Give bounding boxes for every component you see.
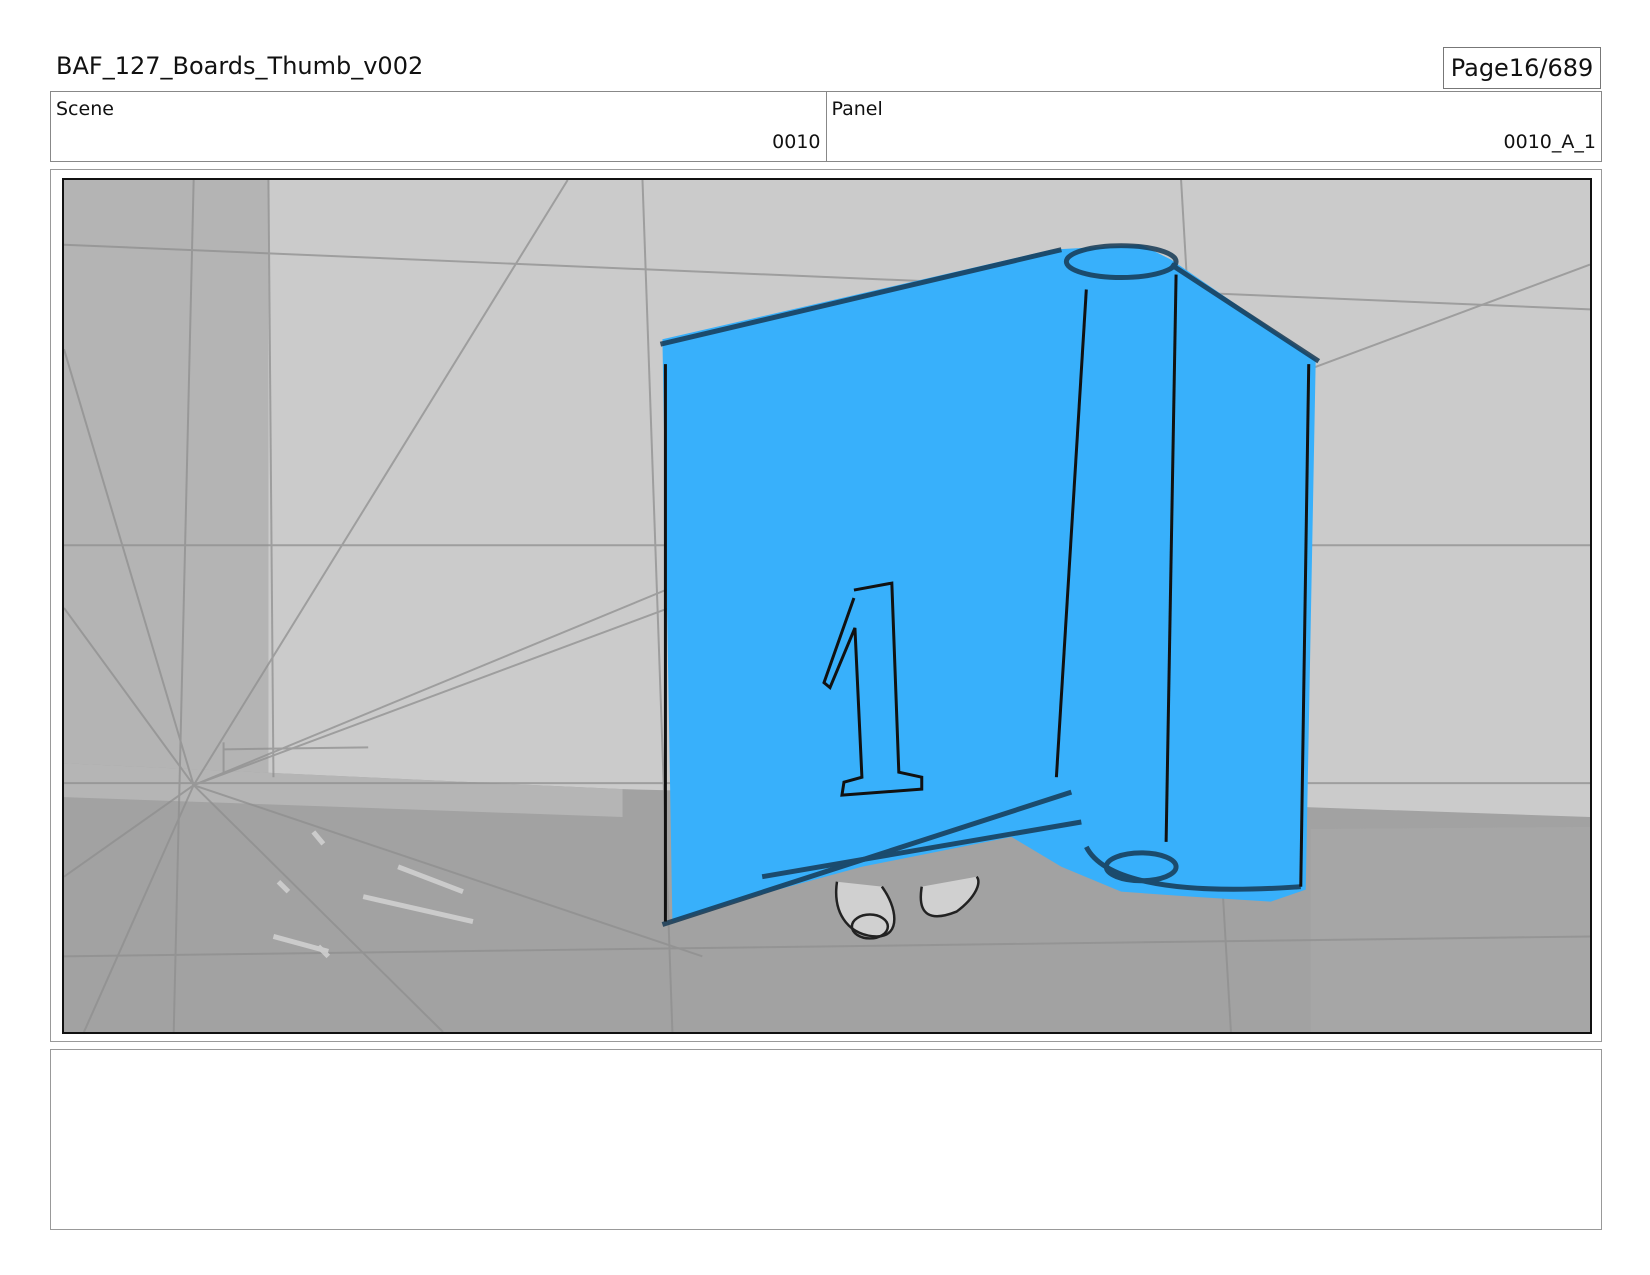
panel-value: 0010_A_1 bbox=[1503, 131, 1596, 153]
storyboard-panel-image: 1 bbox=[62, 178, 1592, 1034]
wall-shadow bbox=[64, 180, 269, 778]
notes-box[interactable] bbox=[50, 1049, 1602, 1230]
panel-frame: 1 bbox=[50, 169, 1602, 1042]
scene-cell: Scene 0010 bbox=[51, 92, 826, 161]
scene-label: Scene bbox=[56, 98, 114, 120]
panel-label: Panel bbox=[831, 98, 883, 120]
page-label: Page bbox=[1450, 54, 1509, 82]
scene-value: 0010 bbox=[772, 131, 821, 153]
document-title: BAF_127_Boards_Thumb_v002 bbox=[56, 52, 424, 80]
page-number: 16/689 bbox=[1508, 54, 1594, 82]
storyboard-sketch: 1 bbox=[64, 180, 1590, 1032]
floor-right bbox=[1310, 826, 1590, 1032]
toy-block: 1 bbox=[659, 243, 1321, 927]
page-indicator: Page 16/689 bbox=[1443, 47, 1601, 89]
info-row: Scene 0010 Panel 0010_A_1 bbox=[50, 91, 1602, 162]
panel-cell: Panel 0010_A_1 bbox=[825, 92, 1602, 161]
